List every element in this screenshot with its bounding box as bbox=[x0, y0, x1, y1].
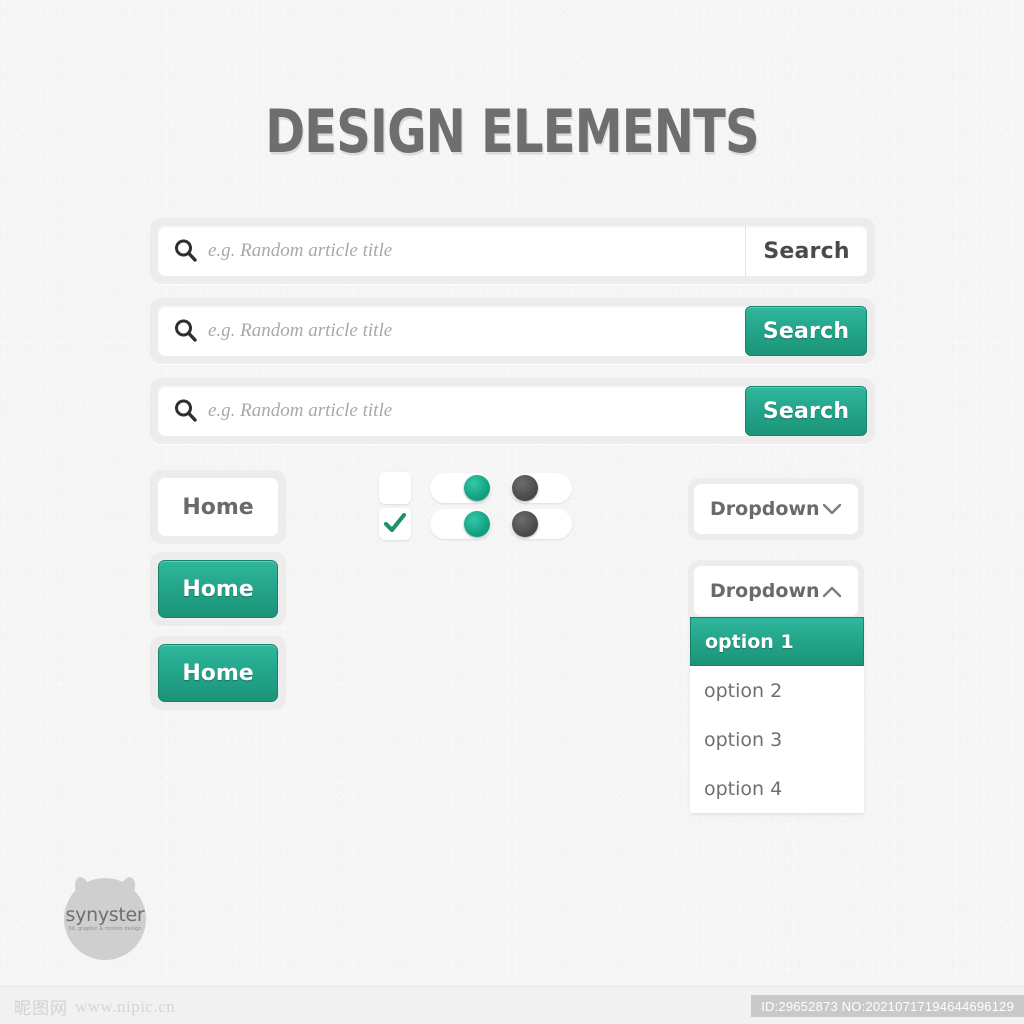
footer-watermark-bar: 昵图网 www.nipic.cn ID:29652873 NO:20210717… bbox=[0, 986, 1024, 1024]
home-button[interactable]: Home bbox=[158, 560, 278, 618]
home-button-container-teal-1: Home bbox=[150, 552, 286, 626]
search-button[interactable]: Search bbox=[745, 386, 867, 436]
search-field[interactable]: Search bbox=[158, 226, 867, 276]
dropdown-label: Dropdown bbox=[710, 580, 820, 602]
dropdown-option-list: option 1 option 2 option 3 option 4 bbox=[690, 617, 864, 813]
toggle-switch-on-2[interactable] bbox=[430, 509, 492, 539]
dropdown-label: Dropdown bbox=[710, 498, 820, 520]
search-bar-teal-2: Search bbox=[150, 378, 875, 444]
check-icon bbox=[383, 512, 407, 533]
chevron-up-icon bbox=[822, 586, 842, 597]
search-icon bbox=[164, 398, 208, 424]
toggle-knob bbox=[512, 511, 538, 537]
toggle-knob bbox=[512, 475, 538, 501]
toggle-switch-off-2[interactable] bbox=[510, 509, 572, 539]
dropdown-collapsed-container: Dropdown bbox=[688, 478, 864, 540]
dropdown-option-1[interactable]: option 1 bbox=[690, 617, 864, 666]
chevron-down-icon bbox=[822, 503, 842, 514]
logo-tagline: 3d, graphic & motion design bbox=[68, 926, 142, 932]
watermark-cn-logo: 昵图网 bbox=[14, 999, 68, 1019]
synyster-logo: synyster 3d, graphic & motion design bbox=[58, 868, 152, 962]
search-icon bbox=[164, 318, 208, 344]
dropdown-option-2[interactable]: option 2 bbox=[690, 666, 864, 715]
page-title: DESIGN ELEMENTS bbox=[265, 97, 759, 167]
dropdown-option-4[interactable]: option 4 bbox=[690, 764, 864, 813]
search-input[interactable] bbox=[208, 240, 745, 262]
home-button-container-light: Home bbox=[150, 470, 286, 544]
toggle-switch-off-1[interactable] bbox=[510, 473, 572, 503]
home-button[interactable]: Home bbox=[158, 644, 278, 702]
checkbox-checked[interactable] bbox=[379, 508, 411, 540]
search-icon bbox=[164, 238, 208, 264]
dropdown-expanded-container: Dropdown bbox=[688, 560, 864, 624]
toggle-switch-on-1[interactable] bbox=[430, 473, 492, 503]
dropdown-option-3[interactable]: option 3 bbox=[690, 715, 864, 764]
logo-name: synyster bbox=[65, 904, 145, 926]
toggle-knob bbox=[464, 475, 490, 501]
checkbox-unchecked[interactable] bbox=[379, 472, 411, 504]
toggle-knob bbox=[464, 511, 490, 537]
dropdown-collapsed-toggle[interactable]: Dropdown bbox=[694, 484, 858, 534]
search-button[interactable]: Search bbox=[745, 306, 867, 356]
watermark-id-badge: ID:29652873 NO:20210717194644696129 bbox=[751, 995, 1024, 1017]
search-bar-plain: Search bbox=[150, 218, 875, 284]
home-button-container-teal-2: Home bbox=[150, 636, 286, 710]
home-button[interactable]: Home bbox=[158, 478, 278, 536]
search-bar-teal-1: Search bbox=[150, 298, 875, 364]
dropdown-expanded-toggle[interactable]: Dropdown bbox=[694, 566, 858, 616]
watermark-url: www.nipic.cn bbox=[75, 996, 176, 1016]
watermark-brand: 昵图网 www.nipic.cn bbox=[14, 994, 176, 1020]
search-button[interactable]: Search bbox=[745, 226, 867, 276]
